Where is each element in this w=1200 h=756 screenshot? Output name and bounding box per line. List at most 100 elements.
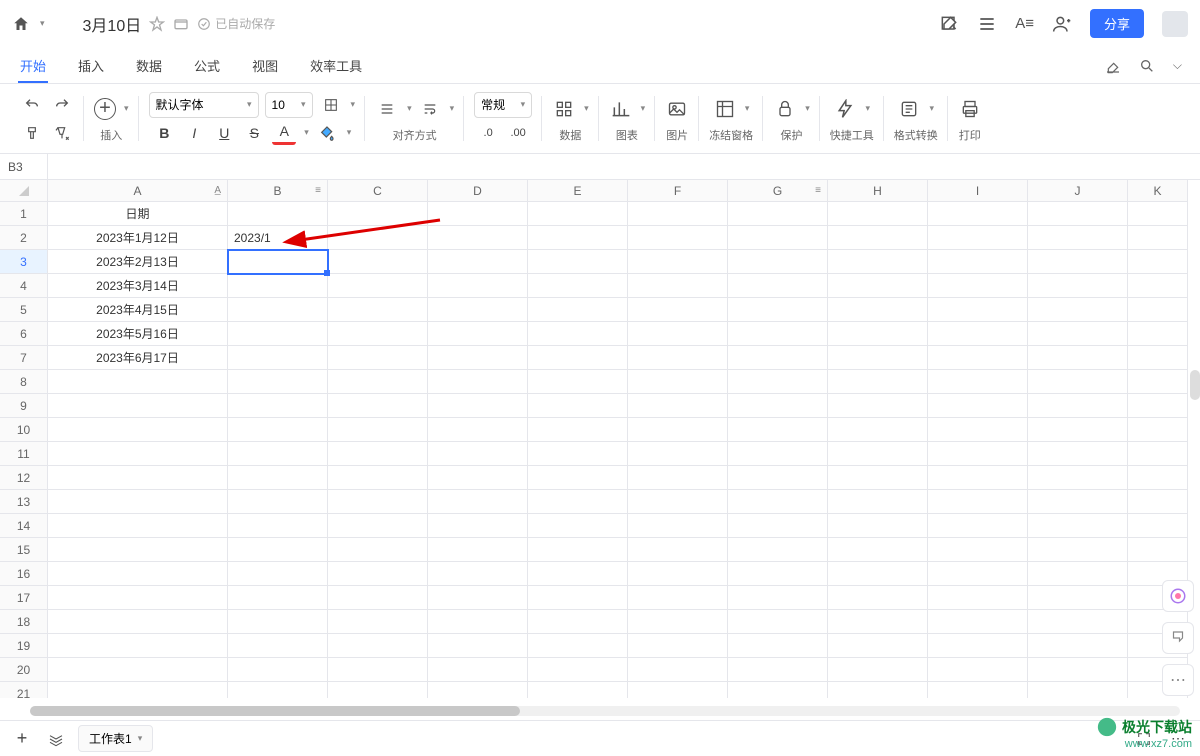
cell-E1[interactable] [528, 202, 628, 226]
menu-start[interactable]: 开始 [18, 48, 48, 83]
underline-icon[interactable]: U [212, 121, 236, 145]
cell-I2[interactable] [928, 226, 1028, 250]
cell-A18[interactable] [48, 610, 228, 634]
cell-H5[interactable] [828, 298, 928, 322]
cell-H12[interactable] [828, 466, 928, 490]
folder-icon[interactable] [173, 16, 189, 32]
cell-H7[interactable] [828, 346, 928, 370]
cell-A6[interactable]: 2023年5月16日 [48, 322, 228, 346]
wrap-icon[interactable] [418, 97, 442, 121]
add-sheet-icon[interactable]: + [10, 727, 34, 751]
cell-D20[interactable] [428, 658, 528, 682]
cell-F8[interactable] [628, 370, 728, 394]
cell-K6[interactable] [1128, 322, 1188, 346]
cell-D17[interactable] [428, 586, 528, 610]
cell-E4[interactable] [528, 274, 628, 298]
cell-G6[interactable] [728, 322, 828, 346]
font-color-icon[interactable]: A [272, 121, 296, 145]
cell-A15[interactable] [48, 538, 228, 562]
cell-H3[interactable] [828, 250, 928, 274]
cell-B6[interactable] [228, 322, 328, 346]
cell-A9[interactable] [48, 394, 228, 418]
cell-D3[interactable] [428, 250, 528, 274]
eraser-icon[interactable] [1105, 58, 1121, 74]
font-family-select[interactable]: 默认字体▾ [149, 92, 259, 118]
cell-A16[interactable] [48, 562, 228, 586]
cell-D5[interactable] [428, 298, 528, 322]
cell-G14[interactable] [728, 514, 828, 538]
cell-G20[interactable] [728, 658, 828, 682]
cell-H10[interactable] [828, 418, 928, 442]
cell-C16[interactable] [328, 562, 428, 586]
cell-E18[interactable] [528, 610, 628, 634]
cell-C8[interactable] [328, 370, 428, 394]
cell-E5[interactable] [528, 298, 628, 322]
ai-assist-icon[interactable] [1162, 580, 1194, 612]
cell-J19[interactable] [1028, 634, 1128, 658]
bold-icon[interactable]: B [152, 121, 176, 145]
cell-C19[interactable] [328, 634, 428, 658]
row-header-15[interactable]: 15 [0, 538, 48, 562]
print-icon[interactable] [958, 97, 982, 121]
cell-I21[interactable] [928, 682, 1028, 698]
cell-A17[interactable] [48, 586, 228, 610]
row-header-16[interactable]: 16 [0, 562, 48, 586]
row-header-18[interactable]: 18 [0, 610, 48, 634]
cell-H19[interactable] [828, 634, 928, 658]
cell-A10[interactable] [48, 418, 228, 442]
cell-B18[interactable] [228, 610, 328, 634]
cell-J16[interactable] [1028, 562, 1128, 586]
cell-K10[interactable] [1128, 418, 1188, 442]
cell-H2[interactable] [828, 226, 928, 250]
cell-G5[interactable] [728, 298, 828, 322]
row-header-2[interactable]: 2 [0, 226, 48, 250]
cell-F17[interactable] [628, 586, 728, 610]
cell-J20[interactable] [1028, 658, 1128, 682]
cell-E2[interactable] [528, 226, 628, 250]
name-box[interactable]: B3 [0, 154, 48, 179]
cell-J9[interactable] [1028, 394, 1128, 418]
cell-J5[interactable] [1028, 298, 1128, 322]
col-header-H[interactable]: H [828, 180, 928, 202]
cell-G11[interactable] [728, 442, 828, 466]
fill-color-icon[interactable] [315, 121, 339, 145]
cell-E13[interactable] [528, 490, 628, 514]
row-header-5[interactable]: 5 [0, 298, 48, 322]
cell-C10[interactable] [328, 418, 428, 442]
cell-G7[interactable] [728, 346, 828, 370]
cell-A21[interactable] [48, 682, 228, 698]
list-icon[interactable] [977, 14, 997, 34]
row-header-9[interactable]: 9 [0, 394, 48, 418]
cell-C3[interactable] [328, 250, 428, 274]
cell-I17[interactable] [928, 586, 1028, 610]
cell-H18[interactable] [828, 610, 928, 634]
col-header-G[interactable]: G ≡ [728, 180, 828, 202]
cell-D18[interactable] [428, 610, 528, 634]
cell-F15[interactable] [628, 538, 728, 562]
cell-D15[interactable] [428, 538, 528, 562]
cell-F7[interactable] [628, 346, 728, 370]
cell-D6[interactable] [428, 322, 528, 346]
menu-view[interactable]: 视图 [250, 48, 280, 83]
select-all-corner[interactable] [0, 180, 48, 202]
cell-I4[interactable] [928, 274, 1028, 298]
cell-C21[interactable] [328, 682, 428, 698]
cell-B3[interactable] [228, 250, 328, 274]
row-header-7[interactable]: 7 [0, 346, 48, 370]
cell-B9[interactable] [228, 394, 328, 418]
cell-K2[interactable] [1128, 226, 1188, 250]
cell-F18[interactable] [628, 610, 728, 634]
clear-format-icon[interactable] [50, 121, 74, 145]
cell-C20[interactable] [328, 658, 428, 682]
cell-K13[interactable] [1128, 490, 1188, 514]
cell-J11[interactable] [1028, 442, 1128, 466]
cell-B17[interactable] [228, 586, 328, 610]
cell-B11[interactable] [228, 442, 328, 466]
cell-G2[interactable] [728, 226, 828, 250]
col-header-I[interactable]: I [928, 180, 1028, 202]
feedback-icon[interactable] [1162, 622, 1194, 654]
cell-J2[interactable] [1028, 226, 1128, 250]
cell-B5[interactable] [228, 298, 328, 322]
cell-D12[interactable] [428, 466, 528, 490]
cell-K8[interactable] [1128, 370, 1188, 394]
